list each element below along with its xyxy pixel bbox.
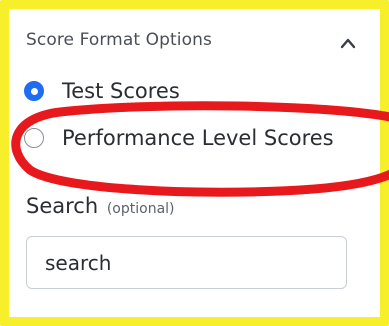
- search-label-text: Search: [26, 194, 99, 218]
- optional-hint: (optional): [106, 201, 175, 217]
- radio-button-checked[interactable]: [24, 81, 44, 101]
- chevron-up-icon[interactable]: [340, 37, 356, 49]
- radio-option-performance-level-scores[interactable]: Performance Level Scores: [24, 126, 334, 150]
- score-format-options-header[interactable]: Score Format Options: [26, 30, 212, 50]
- radio-label-test-scores: Test Scores: [62, 79, 180, 103]
- search-input[interactable]: [26, 236, 347, 289]
- radio-button-unchecked[interactable]: [24, 128, 44, 148]
- search-label: Search (optional): [26, 194, 175, 218]
- radio-option-test-scores[interactable]: Test Scores: [24, 79, 180, 103]
- radio-label-performance-level-scores: Performance Level Scores: [62, 126, 334, 150]
